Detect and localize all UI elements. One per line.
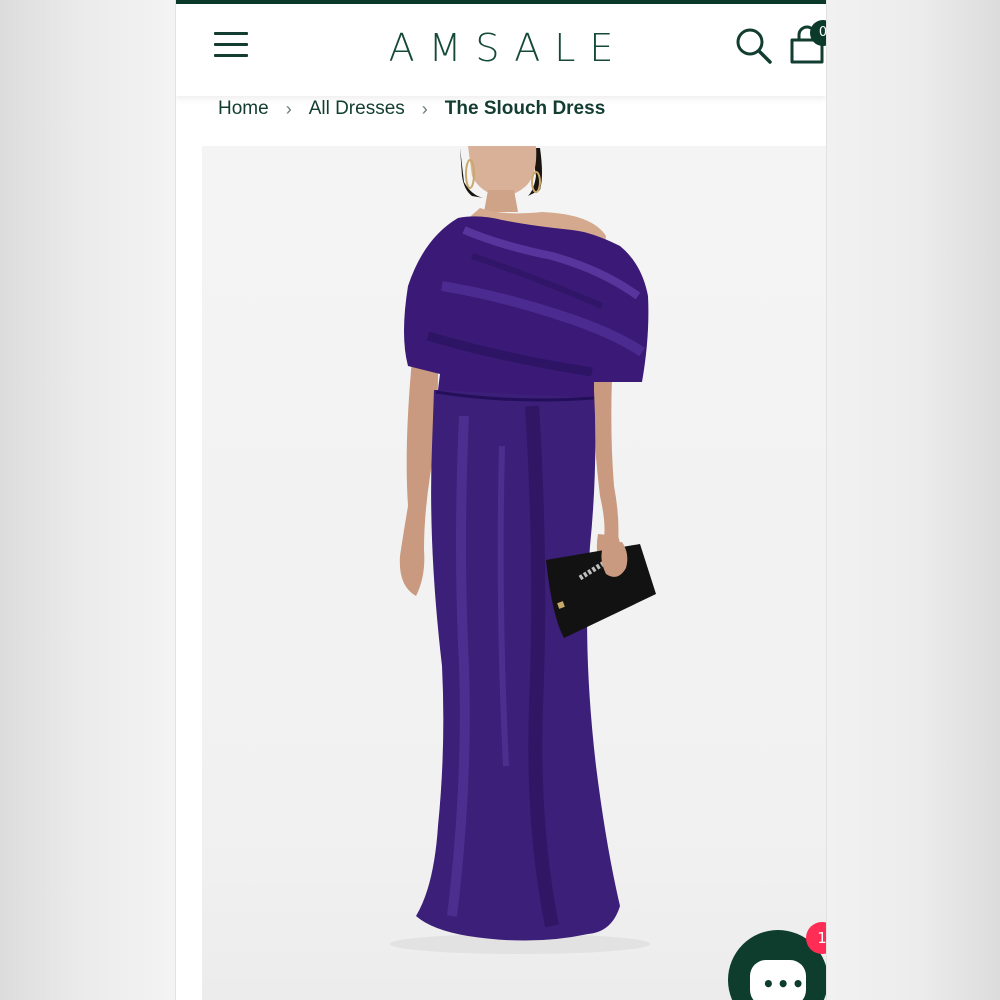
breadcrumb-current-page: The Slouch Dress [444, 98, 606, 119]
chevron-right-icon: › [285, 98, 292, 119]
brand-logo[interactable]: AMSALE [176, 26, 826, 70]
site-header: AMSALE 0 [176, 4, 826, 96]
model-illustration [390, 146, 656, 954]
chevron-right-icon: › [421, 98, 428, 119]
search-icon [736, 28, 772, 64]
mobile-screen: AMSALE 0 Home › All Dresses › The Slouch… [176, 0, 826, 1000]
chat-dots: ••• [762, 972, 807, 996]
breadcrumb: Home › All Dresses › The Slouch Dress [218, 96, 605, 122]
search-button[interactable] [734, 26, 774, 66]
chat-bubble-icon: ••• [750, 960, 806, 1000]
breadcrumb-home[interactable]: Home [218, 98, 269, 120]
breadcrumb-all-dresses[interactable]: All Dresses [309, 98, 405, 120]
product-image[interactable] [202, 146, 826, 1000]
